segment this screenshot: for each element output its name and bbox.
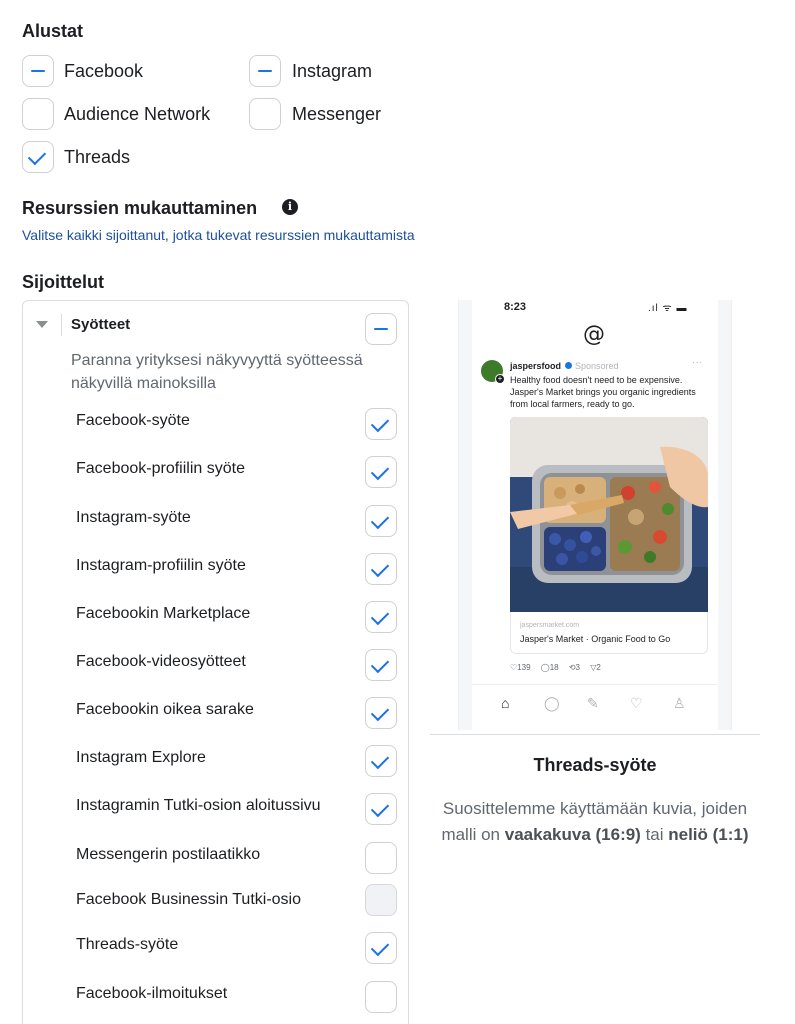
placement-label: Instagram-profiilin syöte [76, 557, 246, 574]
post-stats: ♡139 ◯18 ⟲3 ▽2 [510, 663, 601, 672]
placement-checkbox[interactable] [365, 649, 397, 681]
messenger-label: Messenger [292, 104, 382, 124]
sponsored-label: Sponsored [575, 361, 619, 371]
nav-divider [472, 684, 718, 685]
placement-label: Facebookin oikea sarake [76, 701, 254, 718]
post-text: Healthy food doesn't need to be expensiv… [510, 375, 696, 409]
format-square: neliö (1:1) [668, 825, 749, 844]
placement-label: Instagram-syöte [76, 509, 191, 526]
instagram-checkbox[interactable] [249, 55, 281, 87]
group-description: Paranna yrityksesi näkyvyyttä syötteessä… [71, 352, 363, 392]
verified-icon [565, 362, 572, 369]
placement-checkbox[interactable] [365, 745, 397, 777]
placement-checkbox[interactable] [365, 793, 397, 825]
facebook-label: Facebook [64, 61, 144, 81]
plus-icon: + [495, 374, 505, 384]
placement-label: Messengerin postilaatikko [76, 846, 261, 863]
placement-checkbox[interactable] [365, 697, 397, 729]
threads-logo-icon: @ [583, 322, 605, 347]
platforms-heading: Alustat [22, 21, 84, 41]
placement-checkbox[interactable] [365, 408, 397, 440]
home-icon: ⌂ [501, 695, 510, 711]
phone-time: 8:23 [504, 301, 527, 313]
placement-label: Facebook-videosyötteet [76, 653, 246, 670]
placement-label: Facebook Businessin Tutki-osio [76, 891, 301, 908]
facebook-checkbox[interactable] [22, 55, 54, 87]
group-checkbox[interactable] [365, 313, 397, 345]
placement-checkbox [365, 884, 397, 916]
select-customization-link[interactable]: Valitse kaikki sijoittanut, jotka tukeva… [22, 227, 415, 243]
audience-network-checkbox[interactable] [22, 98, 54, 130]
placement-label: Facebook-profiilin syöte [76, 460, 245, 477]
placement-checkbox[interactable] [365, 842, 397, 874]
placement-label: Instagram Explore [76, 749, 206, 766]
placement-checkbox[interactable] [365, 981, 397, 1013]
link-card [510, 612, 708, 654]
profile-icon: ♙ [673, 695, 686, 711]
link-domain: jaspersmarket.com [520, 622, 580, 629]
search-icon: ◯ [544, 695, 560, 711]
placement-checkbox[interactable] [365, 505, 397, 537]
format-landscape: vaakakuva (16:9) [504, 825, 641, 844]
audience-network-label: Audience Network [64, 104, 211, 124]
phone-status-icons: .ıl ᯤ ▬ [648, 303, 688, 314]
preview-description: Suosittelemme käyttämään kuvia, joiden m… [441, 799, 749, 844]
placement-label: Facebook-ilmoitukset [76, 985, 228, 1002]
instagram-label: Instagram [292, 61, 373, 81]
placement-label: Instagramin Tutki-osion aloitussivu [76, 797, 321, 814]
compose-icon: ✎ [587, 695, 599, 711]
threads-checkbox[interactable] [22, 141, 54, 173]
placements-heading: Sijoittelut [22, 272, 104, 292]
messenger-checkbox[interactable] [249, 98, 281, 130]
placement-checkbox[interactable] [365, 601, 397, 633]
collapse-triangle-icon[interactable] [36, 321, 48, 328]
placement-label: Facebookin Marketplace [76, 605, 251, 622]
customization-heading: Resurssien mukauttaminen [22, 198, 258, 218]
placement-checkbox[interactable] [365, 932, 397, 964]
group-title: Syötteet [71, 316, 131, 333]
preview-title: Threads-syöte [533, 755, 657, 775]
placement-label: Threads-syöte [76, 936, 179, 953]
placement-checkbox[interactable] [365, 456, 397, 488]
more-icon: ··· [692, 357, 702, 368]
placement-label: Facebook-syöte [76, 412, 190, 429]
heart-icon: ♡ [630, 695, 643, 711]
divider [61, 314, 62, 336]
info-icon[interactable]: i [282, 199, 298, 215]
link-title: Jasper's Market · Organic Food to Go [520, 634, 671, 644]
preview-divider [430, 734, 760, 735]
post-username: jaspersfood [510, 361, 562, 371]
food-image [510, 417, 708, 612]
threads-label: Threads [64, 147, 131, 167]
placement-checkbox[interactable] [365, 553, 397, 585]
